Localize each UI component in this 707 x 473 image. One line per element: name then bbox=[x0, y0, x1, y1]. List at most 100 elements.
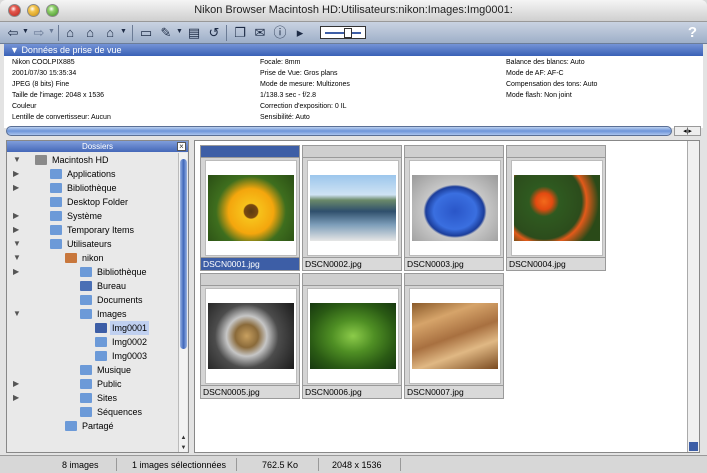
tree-item[interactable]: ▼ Utilisateurs bbox=[7, 237, 177, 251]
tree-item[interactable]: Partagé bbox=[7, 419, 177, 433]
thumbnail-frame bbox=[307, 160, 399, 256]
disclosure-closed-icon[interactable]: ▶ bbox=[13, 223, 19, 237]
metadata-value: Mode de mesure: Multizones bbox=[260, 81, 350, 88]
thumbnail-scrollbar[interactable] bbox=[687, 141, 699, 452]
transfer-menu-icon[interactable]: ▼ bbox=[120, 28, 127, 35]
print-icon[interactable]: ▤ bbox=[186, 25, 202, 41]
slider-thumb[interactable] bbox=[344, 28, 352, 38]
metadata-value: Focale: 8mm bbox=[260, 59, 301, 66]
disclosure-closed-icon[interactable]: ▶ bbox=[13, 391, 19, 405]
tree-scrollbar[interactable]: ▲ ▼ bbox=[178, 153, 188, 452]
thumbnail-item[interactable]: DSCN0007.jpg bbox=[404, 273, 504, 399]
edit-icon[interactable]: ✎ bbox=[158, 25, 174, 41]
tree-item-label: Desktop Folder bbox=[67, 197, 129, 207]
tree-item[interactable]: ▼ nikon bbox=[7, 251, 177, 265]
metadata-value: Nikon COOLPIX885 bbox=[12, 59, 75, 66]
tree-item[interactable]: Img0003 bbox=[7, 349, 177, 363]
thumbnail-item[interactable]: DSCN0004.jpg bbox=[506, 145, 606, 271]
thumbnail-header bbox=[405, 146, 503, 158]
tree-item[interactable]: ▶ Système bbox=[7, 209, 177, 223]
sunflower-image[interactable] bbox=[208, 175, 294, 241]
watch-movement-image[interactable] bbox=[208, 303, 294, 369]
thumbnail-item[interactable]: DSCN0001.jpg bbox=[200, 145, 300, 271]
tree-item-label: Sites bbox=[97, 393, 118, 403]
disclosure-open-icon[interactable]: ▼ bbox=[13, 251, 21, 265]
tree-item[interactable]: Bureau bbox=[7, 279, 177, 293]
disclosure-closed-icon[interactable]: ▶ bbox=[13, 181, 19, 195]
tree-item[interactable]: Img0001 bbox=[7, 321, 177, 335]
edit-menu-icon[interactable]: ▼ bbox=[176, 28, 183, 35]
tree-item[interactable]: ▼ Macintosh HD bbox=[7, 153, 177, 167]
disclosure-closed-icon[interactable]: ▶ bbox=[13, 265, 19, 279]
tree-item[interactable]: Desktop Folder bbox=[7, 195, 177, 209]
folder-icon bbox=[50, 225, 62, 235]
rotate-icon[interactable]: ↺ bbox=[206, 25, 222, 41]
tree-item[interactable]: Musique bbox=[7, 363, 177, 377]
metadata-header[interactable]: ▼ Données de prise de vue bbox=[4, 44, 703, 56]
leaf-droplet-image[interactable] bbox=[310, 303, 396, 369]
tree-item-label: Img0002 bbox=[112, 337, 148, 347]
thumbnail-item[interactable]: DSCN0002.jpg bbox=[302, 145, 402, 271]
tree-item[interactable]: Img0002 bbox=[7, 335, 177, 349]
home-icon bbox=[65, 253, 77, 263]
tree-item-label: Documents bbox=[97, 295, 143, 305]
tree-item-label: Macintosh HD bbox=[52, 155, 109, 165]
disclosure-triangle-icon[interactable]: ▼ bbox=[10, 45, 19, 55]
tree-item-label: Partagé bbox=[82, 421, 114, 431]
thumbnail-item[interactable]: DSCN0003.jpg bbox=[404, 145, 504, 271]
back-icon[interactable]: ⇦ bbox=[6, 25, 20, 41]
thumbnail-item[interactable]: DSCN0006.jpg bbox=[302, 273, 402, 399]
scroll-down-icon[interactable]: ▼ bbox=[179, 445, 188, 451]
disclosure-open-icon[interactable]: ▼ bbox=[13, 307, 21, 321]
tree-item[interactable]: ▼ Images bbox=[7, 307, 177, 321]
open-folder-icon[interactable]: ▭ bbox=[138, 25, 154, 41]
camera-folder-icon[interactable]: ⌂ bbox=[82, 25, 98, 41]
thumbnail-size-slider[interactable] bbox=[320, 26, 366, 39]
folder-icon bbox=[50, 197, 62, 207]
new-folder-icon[interactable]: ⌂ bbox=[62, 25, 78, 41]
mail-icon[interactable]: ✉ bbox=[252, 25, 268, 41]
folder-icon bbox=[80, 281, 92, 291]
metadata-value: Taille de l'image: 2048 x 1536 bbox=[12, 92, 105, 99]
back-menu-icon[interactable]: ▼ bbox=[22, 28, 29, 35]
tree-item[interactable]: ▶ Temporary Items bbox=[7, 223, 177, 237]
tree-item[interactable]: ▶ Bibliothèque bbox=[7, 181, 177, 195]
lake-image[interactable] bbox=[310, 175, 396, 241]
disclosure-open-icon[interactable]: ▼ bbox=[13, 237, 21, 251]
copy-icon[interactable]: ❐ bbox=[232, 25, 248, 41]
scroll-up-icon[interactable]: ▲ bbox=[179, 435, 188, 441]
thumbnail-frame bbox=[307, 288, 399, 384]
scroll-corner-icon[interactable] bbox=[689, 442, 698, 451]
folder-icon bbox=[80, 309, 92, 319]
folder-tree-title: Dossiers bbox=[81, 142, 114, 151]
slideshow-icon[interactable]: ▸ bbox=[292, 25, 308, 41]
disclosure-closed-icon[interactable]: ▶ bbox=[13, 377, 19, 391]
title-bar[interactable]: Nikon Browser Macintosh HD:Utilisateurs:… bbox=[0, 0, 707, 22]
tree-item[interactable]: ▶ Applications bbox=[7, 167, 177, 181]
browser-window: Nikon Browser Macintosh HD:Utilisateurs:… bbox=[0, 0, 707, 473]
metadata-value: JPEG (8 bits) Fine bbox=[12, 81, 70, 88]
info-icon[interactable]: ⓘ bbox=[272, 25, 288, 41]
horizontal-scrollbar[interactable] bbox=[6, 126, 672, 136]
tree-item[interactable]: ▶ Sites bbox=[7, 391, 177, 405]
tree-item[interactable]: ▶ Bibliothèque bbox=[7, 265, 177, 279]
tree-scroll-thumb[interactable] bbox=[180, 159, 187, 349]
orange-flowers-image[interactable] bbox=[514, 175, 600, 241]
tree-item[interactable]: Documents bbox=[7, 293, 177, 307]
thumbnail-item[interactable]: DSCN0005.jpg bbox=[200, 273, 300, 399]
tree-item[interactable]: Séquences bbox=[7, 405, 177, 419]
disclosure-open-icon[interactable]: ▼ bbox=[13, 153, 21, 167]
forward-menu-icon[interactable]: ▼ bbox=[48, 28, 55, 35]
transfer-folder-icon[interactable]: ⌂ bbox=[102, 25, 118, 41]
tree-item[interactable]: ▶ Public bbox=[7, 377, 177, 391]
tree-item-label: Img0001 bbox=[110, 321, 150, 335]
disclosure-closed-icon[interactable]: ▶ bbox=[13, 209, 19, 223]
forward-icon[interactable]: ⇨ bbox=[32, 25, 46, 41]
help-button[interactable]: ? bbox=[688, 24, 697, 41]
blue-bowl-image[interactable] bbox=[412, 175, 498, 241]
thumbnail-frame bbox=[409, 288, 501, 384]
disclosure-closed-icon[interactable]: ▶ bbox=[13, 167, 19, 181]
scroll-arrows-icon[interactable]: ◂|▸ bbox=[674, 126, 701, 136]
close-panel-icon[interactable]: × bbox=[177, 142, 186, 151]
wheat-image[interactable] bbox=[412, 303, 498, 369]
